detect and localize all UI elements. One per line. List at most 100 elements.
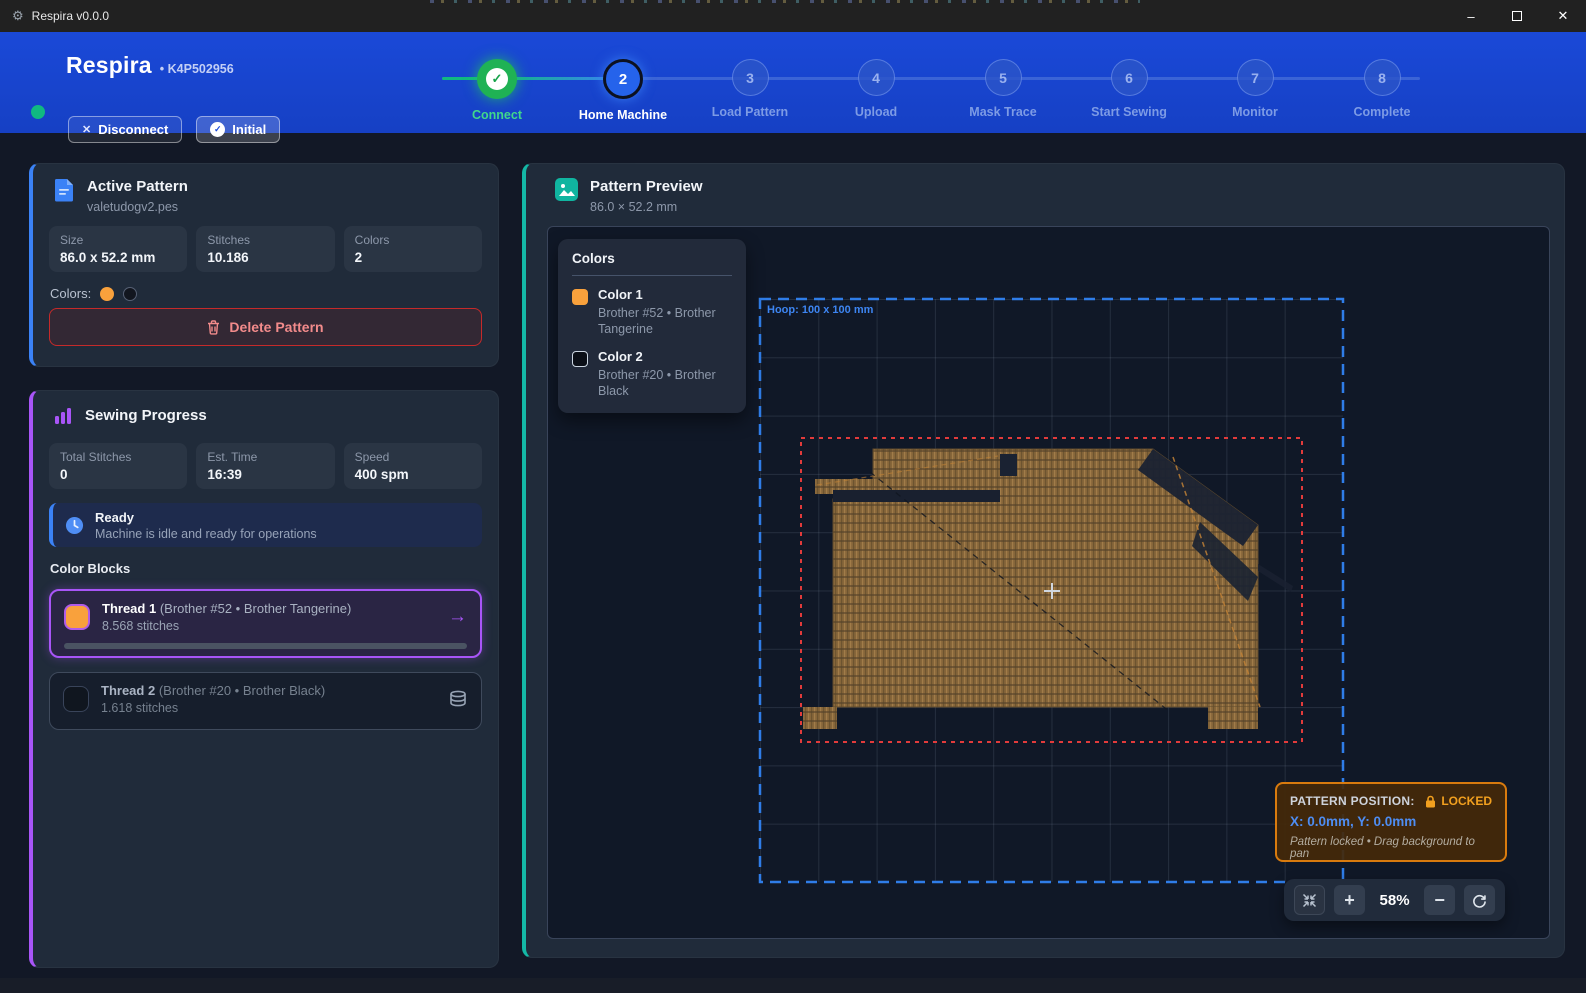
legend-color-2: Color 2 Brother #20 • Brother Black [572,349,732,400]
brand: Respira • K4P502956 [66,52,234,79]
position-hint: Pattern locked • Drag background to pan [1290,836,1492,860]
color1-swatch [572,289,588,305]
zoom-in-button[interactable]: + [1334,885,1365,915]
step-label-2: Home Machine [558,108,688,122]
zoom-out-button[interactable]: − [1424,885,1455,915]
reset-view-button[interactable] [1464,885,1495,915]
status-description: Machine is idle and ready for operations [95,527,317,541]
step-monitor[interactable]: 7 Monitor [1190,59,1320,119]
sewing-progress-title: Sewing Progress [85,407,207,424]
step-home-machine[interactable]: 2 Home Machine [558,59,688,122]
step-connect[interactable]: ✓ Connect [432,59,562,122]
color-blocks-label: Color Blocks [50,561,130,576]
layers-icon [448,690,468,708]
stat-colors: Colors 2 [344,226,482,272]
color2-swatch [572,351,588,367]
machine-status-box: Ready Machine is idle and ready for oper… [49,503,482,547]
app-name: Respira [66,52,152,79]
color-dot-black [123,287,137,301]
step-circle-7: 7 [1237,59,1274,96]
colors-legend-panel: Colors Color 1 Brother #52 • Brother Tan… [558,239,746,413]
step-label-8: Complete [1317,105,1447,119]
divider [572,275,732,276]
clock-icon [65,516,84,535]
stat-est-time: Est. Time 16:39 [196,443,334,489]
lock-icon [1425,795,1436,808]
minimize-button[interactable]: – [1448,0,1494,32]
screen-artifact [430,0,1140,3]
bar-chart-icon [53,405,73,425]
thread-block-1[interactable]: Thread 1 (Brother #52 • Brother Tangerin… [49,589,482,658]
stat-stitches: Stitches 10.186 [196,226,334,272]
pattern-filename: valetudogv2.pes [87,200,188,214]
sewing-progress-card: Sewing Progress Total Stitches 0 Est. Ti… [29,390,499,968]
stat-size: Size 86.0 x 52.2 mm [49,226,187,272]
step-circle-5: 5 [985,59,1022,96]
fit-to-screen-button[interactable] [1294,885,1325,915]
step-complete[interactable]: 8 Complete [1317,59,1447,119]
locked-badge: LOCKED [1425,794,1492,808]
zoom-controls: + 58% − [1284,879,1505,921]
step-label-5: Mask Trace [938,105,1068,119]
position-coordinates: X: 0.0mm, Y: 0.0mm [1290,814,1492,829]
app-icon: ⚙ [12,8,24,24]
step-label-3: Load Pattern [685,105,815,119]
file-icon [53,178,75,214]
disconnect-button[interactable]: ✕ Disconnect [68,116,182,143]
delete-pattern-button[interactable]: Delete Pattern [49,308,482,346]
step-circle-8: 8 [1364,59,1401,96]
step-start-sewing[interactable]: 6 Start Sewing [1064,59,1194,119]
step-circle-1: ✓ [477,59,517,99]
legend-color-1: Color 1 Brother #52 • Brother Tangerine [572,287,732,338]
app-window: ⚙ Respira v0.0.0 – ✕ Respira • K4P502956… [0,0,1586,993]
zoom-level: 58% [1374,892,1415,909]
step-circle-2: 2 [603,59,643,99]
colors-panel-title: Colors [572,251,732,266]
preview-canvas[interactable]: Hoop: 100 x 100 mm Colors Color 1 Brothe… [547,226,1550,939]
pattern-position-overlay: PATTERN POSITION: LOCKED X: 0.0mm, Y: 0.… [1275,782,1507,862]
step-label-4: Upload [811,105,941,119]
trash-icon [207,320,220,335]
check-circle-icon: ✓ [210,122,225,137]
thread2-swatch [63,686,89,712]
status-title: Ready [95,510,317,525]
title-bar: ⚙ Respira v0.0.0 – ✕ [0,0,1586,32]
refresh-icon [1472,893,1487,908]
machine-serial: • K4P502956 [160,62,234,76]
active-pattern-title: Active Pattern [87,178,188,195]
step-label-7: Monitor [1190,105,1320,119]
thread2-stitches: 1.618 stitches [101,701,325,715]
active-pattern-card: Active Pattern valetudogv2.pes Size 86.0… [29,163,499,367]
image-icon [555,178,578,214]
window-bottom-edge [0,978,1586,993]
compress-icon [1302,893,1317,908]
thread1-progress-bar [64,643,467,649]
connection-status-dot [31,105,45,119]
preview-dimensions: 86.0 × 52.2 mm [590,200,703,214]
step-load-pattern[interactable]: 3 Load Pattern [685,59,815,119]
thread1-stitches: 8.568 stitches [102,619,351,633]
maximize-button[interactable] [1494,0,1540,32]
step-circle-4: 4 [858,59,895,96]
pattern-preview-card: Pattern Preview 86.0 × 52.2 mm [522,163,1565,958]
x-icon: ✕ [82,123,91,136]
thread-block-2[interactable]: Thread 2 (Brother #20 • Brother Black) 1… [49,672,482,730]
color-dot-orange [100,287,114,301]
step-mask-trace[interactable]: 5 Mask Trace [938,59,1068,119]
step-upload[interactable]: 4 Upload [811,59,941,119]
step-circle-6: 6 [1111,59,1148,96]
initial-button[interactable]: ✓ Initial [196,116,280,143]
close-button[interactable]: ✕ [1540,0,1586,32]
thread1-swatch [64,604,90,630]
stat-speed: Speed 400 spm [344,443,482,489]
position-label: PATTERN POSITION: [1290,794,1415,808]
arrow-right-icon: → [448,606,467,628]
window-title: Respira v0.0.0 [32,9,109,23]
step-label-1: Connect [432,108,562,122]
step-label-6: Start Sewing [1064,105,1194,119]
preview-title: Pattern Preview [590,178,703,195]
stat-total-stitches: Total Stitches 0 [49,443,187,489]
hoop-size-label: Hoop: 100 x 100 mm [767,304,873,316]
check-icon: ✓ [486,68,508,90]
step-circle-3: 3 [732,59,769,96]
